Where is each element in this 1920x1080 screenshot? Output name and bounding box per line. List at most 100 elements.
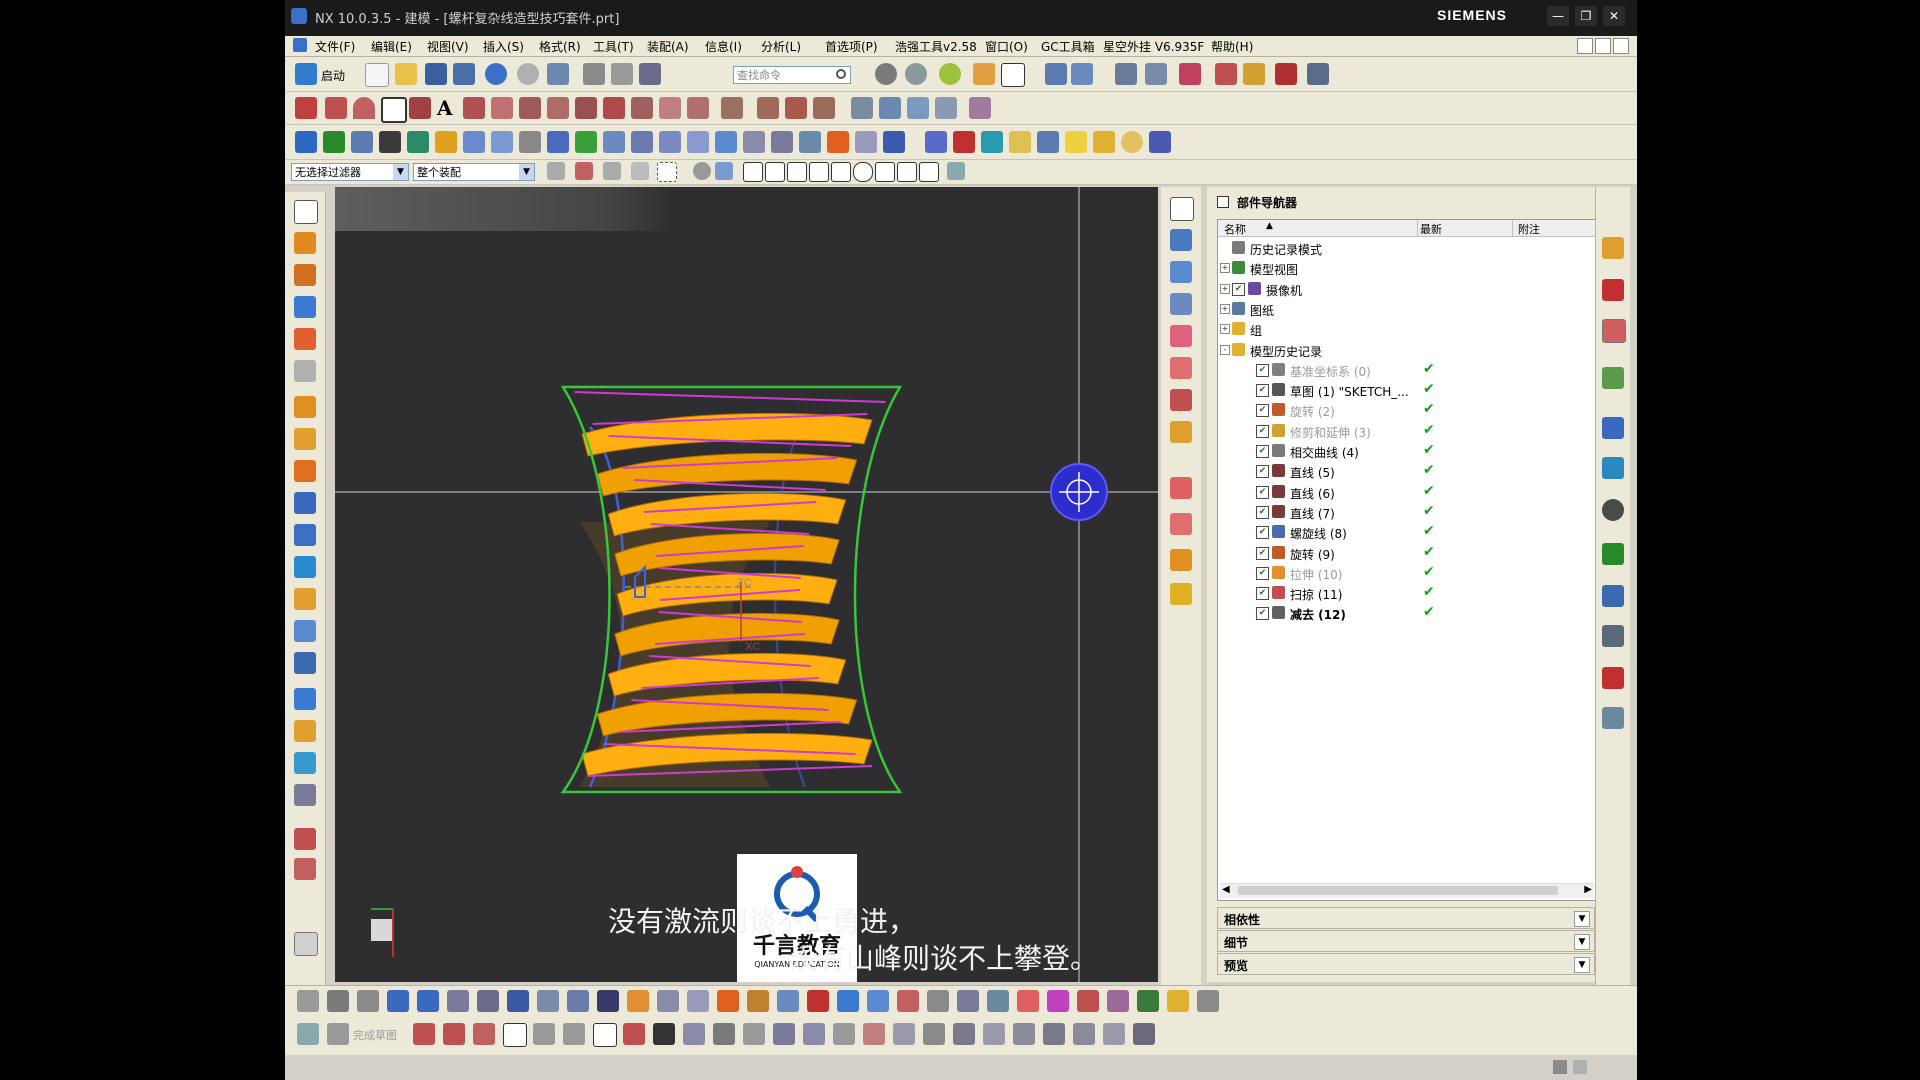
geometry-link-icon[interactable] [715,131,737,153]
subtract-tool-icon[interactable] [294,556,316,578]
layer-icon[interactable] [879,97,901,119]
intersect-tool-icon[interactable] [294,588,316,610]
tree-row[interactable]: ✔ 扫掠 (11) ✔ [1218,583,1596,603]
hd3d-icon[interactable] [1602,417,1624,439]
pad-icon[interactable] [294,428,316,450]
edit-section-icon[interactable] [1170,477,1192,499]
block-icon[interactable] [294,296,316,318]
sketch-tool-icon[interactable] [923,1023,945,1045]
extrude-icon[interactable] [294,232,316,254]
curvature-icon[interactable] [1243,63,1265,85]
menu-format[interactable]: 格式(R) [539,38,581,55]
clip-section-icon[interactable] [1170,513,1192,535]
sketch-tool-icon[interactable] [713,1023,735,1045]
sketch-tool-icon[interactable] [653,1023,675,1045]
rotate-view-icon[interactable] [905,63,927,85]
history-icon[interactable] [1602,499,1624,521]
surface-tool-icon[interactable] [1137,990,1159,1012]
status-window-icon[interactable] [1553,1060,1567,1074]
menu-preferences[interactable]: 首选项(P) [825,38,878,55]
surface-tool-icon[interactable] [567,990,589,1012]
expand-icon[interactable]: + [1220,324,1230,335]
expand-icon[interactable]: + [1220,263,1230,274]
command-search-input[interactable]: 查找命令 [733,66,851,84]
text-tool-icon[interactable]: A [437,96,453,120]
export-icon[interactable] [323,131,345,153]
surface-tool-icon[interactable] [837,990,859,1012]
surface-tool-icon[interactable] [657,990,679,1012]
unite-icon[interactable] [294,524,316,546]
surface-tool-icon[interactable] [927,990,949,1012]
sketch-task-icon[interactable] [297,1023,319,1045]
sketch-tool-icon[interactable] [893,1023,915,1045]
doc-close-button[interactable] [1613,38,1629,54]
menu-tools[interactable]: 工具(T) [593,38,634,55]
feature-checkbox[interactable]: ✔ [1256,505,1269,519]
snap-view-icon[interactable] [875,63,897,85]
sketch-tool-icon[interactable] [1043,1023,1065,1045]
feature-checkbox[interactable]: ✔ [1256,587,1269,601]
menu-haoqiang-tools[interactable]: 浩强工具v2.58 [895,38,977,55]
tree-row[interactable]: ✔ 直线 (5) ✔ [1218,461,1596,481]
tree-row[interactable]: ✔ 旋转 (9) ✔ [1218,543,1596,563]
tree-row[interactable]: + 模型视图 [1218,258,1596,278]
analysis-icon[interactable] [1215,63,1237,85]
iso-view-icon[interactable] [1170,325,1192,347]
surface-tool-icon[interactable] [1017,990,1039,1012]
group-icon[interactable] [935,97,957,119]
close-button[interactable]: ✕ [1603,6,1625,26]
fillet-curve-icon[interactable] [721,97,743,119]
right-view-icon[interactable] [1170,293,1192,315]
cube-select-icon[interactable] [715,162,733,180]
feature-checkbox[interactable]: ✔ [1256,445,1269,458]
lattice-icon[interactable] [799,131,821,153]
tree-row[interactable]: + 组 [1218,319,1596,339]
menu-star-plugin[interactable]: 星空外挂 V6.935F [1103,38,1204,55]
layer-settings-icon[interactable] [1115,63,1137,85]
sketch-tool-icon[interactable] [863,1023,885,1045]
project-curve-icon[interactable] [519,97,541,119]
unit-icon[interactable] [925,131,947,153]
validate-icon[interactable] [575,131,597,153]
layer-visibility-icon[interactable] [1145,63,1167,85]
surface-tool-icon[interactable] [357,990,379,1012]
fit-view-icon[interactable] [1170,197,1194,221]
inch-mm-icon[interactable] [953,131,975,153]
orient-view-icon[interactable] [1071,63,1093,85]
menu-info[interactable]: 信息(I) [705,38,742,55]
surface-tool-icon[interactable] [1047,990,1069,1012]
intersection-point-icon[interactable] [809,162,829,182]
doc-minimize-button[interactable] [1577,38,1593,54]
save-icon[interactable] [425,63,447,85]
helix-tool-icon[interactable] [575,97,597,119]
tree-row[interactable]: ✔ 相交曲线 (4) ✔ [1218,441,1596,461]
boss-icon[interactable] [294,396,316,418]
folder-action-icon[interactable] [1009,131,1031,153]
note-icon[interactable] [1065,131,1087,153]
midpoint-icon[interactable] [765,162,785,182]
reuse-library-icon[interactable] [1602,367,1624,389]
surface-tool-icon[interactable] [987,990,1009,1012]
polygon-icon[interactable] [463,97,485,119]
front-view-icon[interactable] [1170,229,1192,251]
feature-checkbox[interactable]: ✔ [1256,546,1269,560]
menu-analysis[interactable]: 分析(L) [761,38,801,55]
scope-dropdown[interactable]: 整个装配 ▼ [413,163,535,181]
arc-icon[interactable] [353,97,375,119]
extend-curve-icon[interactable] [785,97,807,119]
line-icon[interactable] [325,97,347,119]
surface-tool-icon[interactable] [447,990,469,1012]
surface-tool-icon[interactable] [387,990,409,1012]
window-icon[interactable] [547,63,569,85]
tree-row[interactable]: + ✔ 摄像机 [1218,279,1596,299]
paint-icon[interactable] [973,63,995,85]
start-icon[interactable] [295,63,317,85]
surface-tool-icon[interactable] [507,990,529,1012]
constraint-navigator-icon[interactable] [1602,279,1624,301]
surface-tool-icon[interactable] [1107,990,1129,1012]
control-point-icon[interactable] [787,162,807,182]
shell-icon[interactable] [294,688,316,710]
layers-stack-icon[interactable] [981,131,1003,153]
pattern-icon[interactable] [407,131,429,153]
surface-tool-icon[interactable] [1167,990,1189,1012]
